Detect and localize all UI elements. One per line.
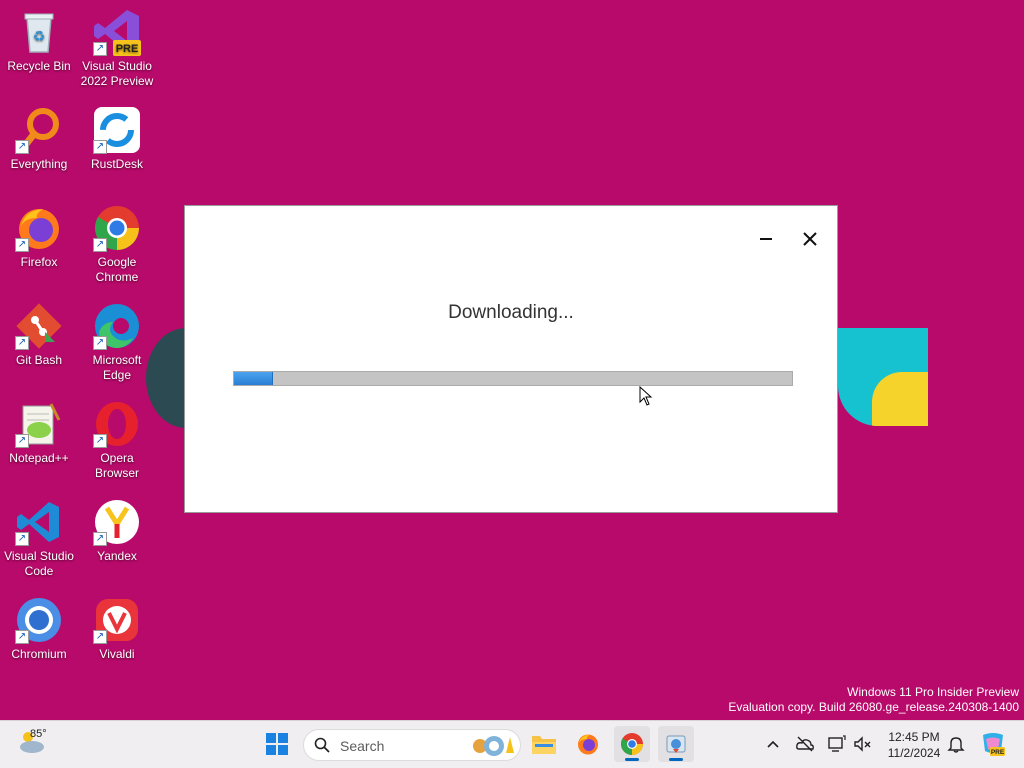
shortcut-arrow-icon: ↗ [93, 630, 107, 644]
shortcut-arrow-icon: ↗ [15, 532, 29, 546]
icon-label: Chromium [11, 647, 67, 661]
download-status-text: Downloading... [448, 302, 574, 323]
watermark-line-1: Windows 11 Pro Insider Preview [847, 685, 1019, 699]
recycle-bin-icon: ♻ [15, 8, 63, 56]
desktop-icon-recycle-bin[interactable]: ♻ Recycle Bin [1, 8, 77, 74]
notepad-plus-plus-icon: ↗ [15, 400, 63, 448]
edge-icon: ↗ [93, 302, 141, 350]
shortcut-arrow-icon: ↗ [15, 630, 29, 644]
icon-label: Google Chrome [95, 255, 139, 284]
shortcut-arrow-icon: ↗ [93, 42, 107, 56]
wallpaper-shape-right [838, 328, 928, 426]
minimize-icon [760, 238, 772, 240]
opera-icon: ↗ [93, 400, 141, 448]
icon-label: Notepad++ [9, 451, 69, 465]
taskbar-installer-app[interactable] [658, 726, 694, 762]
desktop-icon-rustdesk[interactable]: ↗ RustDesk [79, 106, 155, 172]
windows-watermark: Windows 11 Pro Insider Preview Evaluatio… [728, 685, 1019, 715]
close-icon [803, 232, 817, 246]
desktop-icon-notepad-plus-plus[interactable]: ↗ Notepad++ [1, 400, 77, 466]
volume-muted-icon[interactable] [852, 734, 872, 754]
pre-badge-text: PRE [116, 43, 139, 55]
icon-label: Vivaldi [99, 647, 135, 661]
taskbar-chrome[interactable] [614, 726, 650, 762]
desktop-icon-opera[interactable]: ↗ Opera Browser [79, 400, 155, 481]
chromium-icon: ↗ [15, 596, 63, 644]
desktop-icon-vivaldi[interactable]: ↗ Vivaldi [79, 596, 155, 662]
icon-label: Opera Browser [94, 451, 139, 480]
shortcut-arrow-icon: ↗ [93, 434, 107, 448]
shortcut-arrow-icon: ↗ [15, 238, 29, 252]
desktop-icon-everything[interactable]: ↗ Everything [1, 106, 77, 172]
chrome-icon [621, 733, 643, 755]
everything-search-icon: ↗ [15, 106, 63, 154]
desktop-icon-yandex[interactable]: ↗ Yandex [79, 498, 155, 564]
watermark-line-2: Evaluation copy. Build 26080.ge_release.… [728, 700, 1019, 714]
icon-label: RustDesk [90, 157, 143, 171]
network-icon[interactable] [827, 734, 847, 754]
close-button[interactable] [795, 224, 825, 254]
vivaldi-icon: ↗ [93, 596, 141, 644]
notification-bell-icon[interactable] [946, 734, 966, 754]
svg-text:♻: ♻ [33, 29, 46, 45]
vscode-icon: ↗ [15, 498, 63, 546]
onedrive-offline-icon[interactable] [795, 734, 815, 754]
running-indicator [669, 758, 683, 761]
icon-label: Firefox [20, 255, 58, 269]
icon-label: Everything [10, 157, 68, 171]
icon-label: Git Bash [15, 353, 63, 367]
icon-label: Microsoft Edge [92, 353, 142, 382]
chrome-icon: ↗ [93, 204, 141, 252]
weather-temperature: 85° [30, 728, 47, 740]
icon-label: Yandex [97, 549, 137, 563]
icon-label: Recycle Bin [7, 59, 71, 73]
mouse-cursor-icon [639, 386, 653, 406]
shortcut-arrow-icon: ↗ [15, 434, 29, 448]
desktop-icon-firefox[interactable]: ↗ Firefox [1, 204, 77, 270]
folder-icon [532, 736, 556, 754]
taskbar-clock[interactable]: 12:45 PM 11/2/2024 [878, 729, 950, 761]
visual-studio-icon: PRE ↗ [93, 8, 141, 56]
desktop-icon-microsoft-edge[interactable]: ↗ Microsoft Edge [79, 302, 155, 383]
desktop-icon-chromium[interactable]: ↗ Chromium [1, 596, 77, 662]
download-progress-bar [233, 371, 793, 386]
icon-label: Visual Studio 2022 Preview [80, 59, 154, 88]
clock-date: 11/2/2024 [887, 746, 941, 760]
firefox-icon: ↗ [15, 204, 63, 252]
svg-text:PRE: PRE [991, 749, 1005, 756]
taskbar-search-box[interactable] [303, 729, 521, 761]
desktop-icon-git-bash[interactable]: ↗ Git Bash [1, 302, 77, 368]
copilot-preview-icon[interactable]: PRE [980, 731, 1006, 757]
rustdesk-icon: ↗ [93, 106, 141, 154]
shortcut-arrow-icon: ↗ [15, 140, 29, 154]
desktop-icon-google-chrome[interactable]: ↗ Google Chrome [79, 204, 155, 285]
windows-logo-icon [266, 733, 288, 755]
desktop-icon-vscode[interactable]: ↗ Visual Studio Code [1, 498, 77, 579]
taskbar-file-explorer[interactable] [526, 726, 562, 762]
shortcut-arrow-icon: ↗ [15, 336, 29, 350]
yandex-icon: ↗ [93, 498, 141, 546]
running-indicator [625, 758, 639, 761]
show-hidden-icons-chevron-up-icon[interactable] [763, 734, 783, 754]
download-dialog: Downloading... [184, 205, 838, 513]
shortcut-arrow-icon: ↗ [93, 336, 107, 350]
start-button[interactable] [259, 726, 295, 762]
desktop-icon-visual-studio-preview[interactable]: PRE ↗ Visual Studio 2022 Preview [79, 8, 155, 89]
git-bash-icon: ↗ [15, 302, 63, 350]
shortcut-arrow-icon: ↗ [93, 532, 107, 546]
search-highlight-icon [473, 736, 514, 756]
taskbar-firefox[interactable] [570, 726, 606, 762]
search-icon [314, 737, 330, 753]
shortcut-arrow-icon: ↗ [93, 238, 107, 252]
firefox-icon [578, 734, 598, 755]
installer-icon [666, 735, 686, 753]
progress-fill [234, 372, 274, 385]
icon-label: Visual Studio Code [4, 549, 74, 578]
shortcut-arrow-icon: ↗ [93, 140, 107, 154]
minimize-button[interactable] [751, 224, 781, 254]
search-input[interactable] [338, 736, 472, 756]
clock-time: 12:45 PM [888, 730, 940, 744]
